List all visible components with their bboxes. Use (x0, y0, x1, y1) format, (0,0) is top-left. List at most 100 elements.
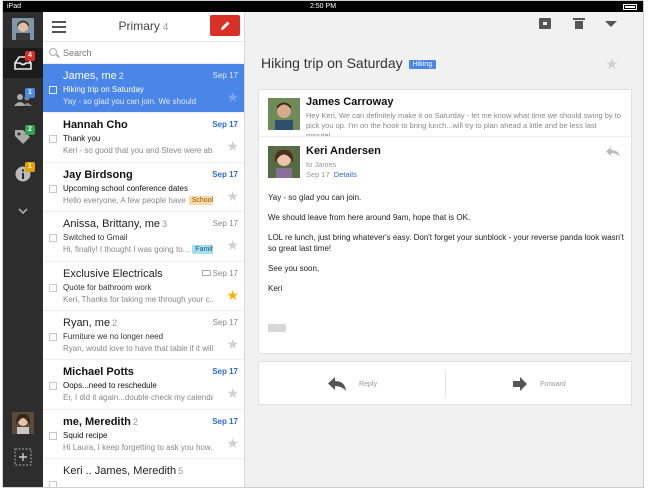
star-icon[interactable]: ★ (226, 238, 239, 252)
thread-subject: Oops...need to reschedule (63, 381, 157, 391)
people-badge: 1 (25, 88, 35, 98)
thread-row[interactable]: Jay Birdsong Sep 17 Upcoming school conf… (43, 163, 244, 213)
thread-count: 2 (112, 317, 118, 328)
search-bar (43, 42, 244, 64)
thread-from: Hannah Cho (63, 119, 128, 132)
inbox-badge: 4 (25, 51, 35, 61)
account-rail: 4 1 2 1 (3, 12, 43, 487)
thread-checkbox[interactable] (49, 184, 57, 193)
conversation-title-row: Hiking trip on Saturday Hiking (261, 55, 437, 71)
label-chip-hiking[interactable]: Hiking (408, 60, 437, 69)
tags-badge: 2 (25, 125, 35, 135)
chevron-down-icon (18, 207, 28, 214)
thread-checkbox[interactable] (49, 431, 57, 440)
thread-checkbox[interactable] (49, 332, 57, 341)
star-icon[interactable]: ★ (605, 55, 618, 73)
thread-checkbox[interactable] (49, 283, 57, 292)
star-icon[interactable]: ★ (226, 90, 239, 104)
thread-date: Sep 17 (212, 169, 238, 179)
thread-date: Sep 17 (212, 268, 238, 278)
thread-from: Exclusive Electricals (63, 267, 163, 280)
reading-pane: Hiking trip on Saturday Hiking ★ James Ca… (245, 12, 643, 487)
reply-icon (328, 377, 347, 391)
search-input[interactable] (63, 45, 233, 60)
message-sender: Keri Andersen (306, 145, 381, 157)
thread-count: 5 (178, 466, 184, 477)
thread-subject: Switched to Gmail (63, 233, 128, 243)
rail-labels-button[interactable]: 2 (3, 122, 43, 152)
message-actions: Reply Forward (258, 361, 632, 405)
thread-checkbox[interactable] (49, 135, 57, 144)
thread-list: James, me 2 Sep 17 Hiking trip on Saturda… (43, 64, 244, 487)
info-badge: 1 (25, 162, 35, 172)
add-account-button[interactable] (3, 442, 43, 472)
clock: 2:50 PM (309, 3, 337, 10)
forward-label: Forward (540, 380, 566, 388)
thread-checkbox[interactable] (49, 234, 57, 243)
status-bar: iPad 2:50 PM (3, 1, 643, 12)
thread-row[interactable]: Keri .. James, Meredith 5 (43, 459, 244, 487)
battery-icon (623, 4, 637, 10)
star-icon[interactable]: ★ (226, 386, 239, 400)
thread-from: Keri .. James, Meredith (63, 465, 177, 478)
thread-subject: Squid recipe (63, 430, 108, 440)
rail-expand-button[interactable] (3, 196, 43, 226)
rail-info-button[interactable]: 1 (3, 159, 43, 189)
thread-row[interactable]: Hannah Cho Sep 17 Thank you Keri - so go… (43, 113, 244, 163)
rail-people-button[interactable]: 1 (3, 85, 43, 115)
rail-inbox-button[interactable]: 4 (3, 48, 43, 78)
reply-button[interactable]: Reply (259, 362, 445, 406)
thread-date: Sep 17 (212, 416, 238, 426)
conversation-title: Hiking trip on Saturday (261, 55, 403, 71)
forward-button[interactable]: Forward (446, 362, 632, 406)
label-chip-school: School (188, 195, 213, 205)
trash-icon[interactable] (573, 18, 585, 29)
thread-row[interactable]: James, me 2 Sep 17 Hiking trip on Saturda… (43, 64, 244, 114)
thread-from: Michael Potts (63, 366, 134, 379)
thread-snippet: Keri, Thanks for taking me through your … (63, 294, 213, 304)
thread-row[interactable]: Michael Potts Sep 17 Oops...need to resc… (43, 360, 244, 410)
archive-icon[interactable] (539, 18, 551, 29)
thread-snippet: Keri - so good that you and Steve were a… (63, 146, 213, 156)
thread-date: Sep 17 (212, 120, 238, 130)
message-paragraph: See you soon, (268, 264, 320, 273)
second-account-avatar-button[interactable] (3, 408, 43, 438)
thread-snippet: Ryan, would love to have that table if i… (63, 343, 213, 353)
star-icon[interactable]: ★ (226, 337, 239, 351)
thread-snippet: Er, I did it again...double check my cal… (63, 393, 213, 403)
thread-from: James, me (63, 70, 117, 82)
thread-row[interactable]: Anissa, Brittany, me 3 Sep 17 Switched to… (43, 212, 244, 262)
message-paragraph: LOL re lunch, just bring whatever's easy… (268, 233, 624, 253)
star-icon[interactable]: ★ (226, 288, 239, 302)
list-header: Primary 4 (43, 12, 244, 42)
thread-subject: Upcoming school conference dates (63, 183, 188, 193)
star-icon[interactable]: ★ (226, 189, 239, 203)
expanded-message: Keri Andersen to James Sep 17 Details Yay… (258, 136, 632, 354)
account-avatar-button[interactable] (3, 14, 43, 44)
reply-label: Reply (359, 380, 377, 388)
thread-snippet: Hi, finally! I thought I was going to... (63, 245, 190, 255)
thread-checkbox[interactable] (49, 481, 57, 487)
thread-checkbox[interactable] (49, 86, 57, 94)
compose-button[interactable] (210, 15, 240, 36)
show-trimmed-content-button[interactable]: ··· (268, 323, 286, 332)
avatar (12, 412, 34, 434)
thread-date: Sep 17 (212, 367, 238, 377)
reply-icon[interactable] (605, 146, 621, 158)
thread-checkbox[interactable] (49, 382, 57, 391)
thread-row[interactable]: me, Meredith 2 Sep 17 Squid recipe Hi Lau… (43, 410, 244, 460)
collapsed-message[interactable]: James Carroway Hey Keri, We can definite… (258, 89, 632, 140)
details-link[interactable]: Details (334, 170, 357, 179)
label-chip-family: Family (192, 245, 213, 255)
thread-row[interactable]: Exclusive Electricals Sep 17 Quote for b… (43, 262, 244, 311)
message-paragraph: Yay - so glad you can join. (268, 193, 362, 202)
thread-row[interactable]: Ryan, me 2 Sep 17 Furniture we no longer … (43, 311, 244, 361)
thread-snippet: Hi Laura, I keep forgetting to ask you h… (63, 442, 213, 452)
star-icon[interactable]: ★ (226, 436, 239, 450)
thread-snippet: Hello everyone, A few people have (63, 195, 186, 205)
more-options-icon[interactable] (605, 21, 617, 27)
star-icon[interactable]: ★ (226, 139, 239, 153)
thread-date: Sep 17 (212, 219, 238, 229)
message-paragraph: Keri (268, 284, 283, 293)
thread-subject: Thank you (63, 134, 101, 144)
